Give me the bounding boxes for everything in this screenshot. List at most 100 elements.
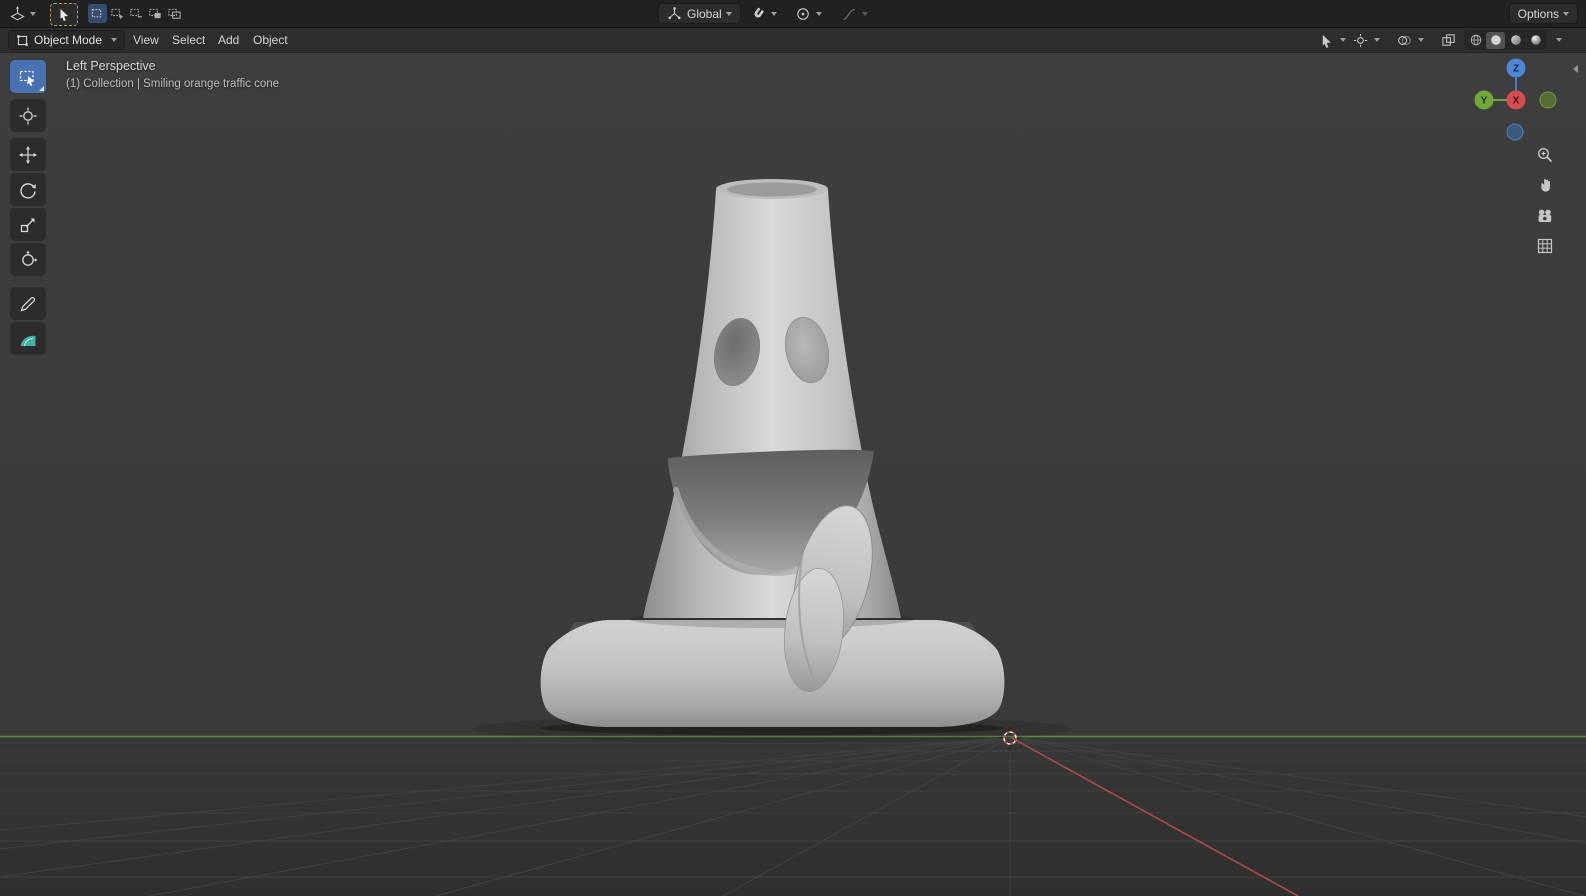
camera-view-button[interactable] bbox=[1533, 204, 1557, 228]
select-mode-subtract[interactable] bbox=[127, 4, 146, 23]
select-subtract-icon bbox=[130, 8, 142, 18]
chevron-down-icon bbox=[862, 11, 868, 16]
shading-material-button[interactable] bbox=[1506, 32, 1525, 49]
select-intersect-icon bbox=[168, 8, 181, 19]
overlays-dropdown[interactable] bbox=[1396, 31, 1413, 49]
zoom-button[interactable] bbox=[1533, 143, 1557, 167]
xray-toggle[interactable] bbox=[1440, 31, 1457, 49]
tool-select-box[interactable] bbox=[10, 60, 46, 93]
chevron-down-icon bbox=[30, 11, 36, 16]
transform-orientation-label: Global bbox=[687, 6, 722, 21]
material-sphere-icon bbox=[1510, 35, 1521, 45]
cursor-tool-icon bbox=[19, 107, 37, 124]
chevron-down-icon bbox=[816, 11, 822, 16]
shading-solid-button[interactable] bbox=[1486, 31, 1505, 49]
tool-scale[interactable] bbox=[10, 208, 46, 241]
solid-sphere-icon bbox=[1490, 35, 1501, 45]
sidebar-toggle-arrow[interactable] bbox=[1573, 65, 1578, 73]
viewport-header: Object Mode View Select Add Object bbox=[0, 28, 1586, 53]
viewport-canvas[interactable] bbox=[0, 0, 1586, 896]
measure-icon bbox=[20, 335, 36, 346]
tool-transform[interactable] bbox=[10, 243, 46, 276]
transform-icon bbox=[22, 250, 38, 266]
proportional-editing-toggle[interactable] bbox=[792, 3, 814, 24]
menu-add[interactable]: Add bbox=[211, 30, 246, 50]
chevron-down-icon bbox=[725, 11, 732, 16]
editor-type-button[interactable] bbox=[6, 3, 39, 24]
shading-mode-group bbox=[1464, 30, 1547, 50]
tool-measure[interactable] bbox=[10, 322, 46, 355]
select-mode-new[interactable] bbox=[88, 4, 107, 23]
menu-view[interactable]: View bbox=[126, 30, 166, 50]
pan-button[interactable] bbox=[1533, 173, 1557, 197]
annotate-pen-icon bbox=[20, 296, 36, 311]
snap-toggle-button[interactable] bbox=[747, 3, 769, 24]
visibility-pointer-icon bbox=[1322, 34, 1331, 48]
magnifier-plus-icon bbox=[1537, 147, 1553, 163]
gizmo-x-label: X bbox=[1513, 96, 1520, 107]
gizmos-dropdown[interactable] bbox=[1352, 31, 1369, 49]
navigation-gizmo[interactable]: Z Y X bbox=[1468, 52, 1564, 148]
select-box-icon bbox=[19, 70, 34, 86]
orientation-global-icon bbox=[668, 7, 681, 20]
select-mode-invert[interactable] bbox=[146, 4, 165, 23]
chevron-down-icon bbox=[771, 11, 777, 16]
proportional-editing-icon bbox=[797, 7, 809, 20]
falloff-dropdown[interactable] bbox=[858, 3, 868, 24]
chevron-down-icon bbox=[1418, 38, 1424, 42]
select-new-icon bbox=[91, 9, 102, 18]
blender-window: Global Options Object Mode View Select A… bbox=[0, 0, 1586, 896]
menu-object[interactable]: Object bbox=[246, 30, 295, 50]
gizmo-icon bbox=[1353, 33, 1368, 47]
chevron-down-icon bbox=[1563, 11, 1569, 16]
chevron-down-icon bbox=[1374, 38, 1380, 42]
grid-icon bbox=[1537, 238, 1553, 254]
gizmo-z-label: Z bbox=[1513, 64, 1519, 75]
object-mode-icon bbox=[17, 34, 28, 46]
wireframe-sphere-icon bbox=[1470, 34, 1481, 46]
chevron-down-icon bbox=[111, 38, 118, 42]
tool-cursor[interactable] bbox=[10, 99, 46, 132]
magnet-icon bbox=[754, 6, 765, 17]
rendered-sphere-icon bbox=[1530, 35, 1541, 45]
snap-settings-dropdown[interactable] bbox=[767, 3, 777, 24]
chevron-down-icon bbox=[1556, 38, 1562, 42]
select-extend-icon bbox=[111, 8, 123, 19]
select-invert-icon bbox=[149, 8, 161, 19]
active-tool-indicator[interactable] bbox=[50, 3, 78, 26]
mode-dropdown[interactable]: Object Mode bbox=[8, 30, 126, 50]
select-mode-intersect[interactable] bbox=[165, 4, 184, 23]
chevron-down-icon bbox=[1340, 38, 1346, 42]
cone-tip-opening bbox=[727, 182, 817, 197]
scale-icon bbox=[20, 218, 35, 232]
toolbar bbox=[10, 60, 46, 357]
viewport-editor-icon bbox=[10, 6, 25, 21]
proportional-editing-dropdown[interactable] bbox=[812, 3, 822, 24]
shading-wireframe-button[interactable] bbox=[1466, 32, 1485, 49]
hand-icon bbox=[1541, 179, 1550, 192]
shading-rendered-button[interactable] bbox=[1526, 32, 1545, 49]
rotate-icon bbox=[20, 182, 36, 199]
tool-move[interactable] bbox=[10, 138, 46, 171]
select-mode-extend[interactable] bbox=[108, 4, 127, 23]
tool-settings-bar: Global Options bbox=[0, 0, 1586, 28]
options-dropdown[interactable]: Options bbox=[1508, 3, 1578, 24]
menu-select[interactable]: Select bbox=[165, 30, 212, 50]
falloff-curve-icon bbox=[843, 8, 855, 20]
tool-annotate[interactable] bbox=[10, 287, 46, 320]
gizmo-axis-z-negative[interactable] bbox=[1506, 123, 1524, 141]
gizmo-y-label: Y bbox=[1481, 96, 1488, 107]
camera-icon bbox=[1538, 209, 1552, 222]
object-type-visibility-dropdown[interactable] bbox=[1318, 31, 1335, 49]
tool-rotate[interactable] bbox=[10, 173, 46, 206]
gizmo-axis-y-negative[interactable] bbox=[1539, 91, 1557, 109]
move-icon bbox=[19, 145, 37, 164]
orthographic-toggle-button[interactable] bbox=[1533, 234, 1557, 258]
proportional-falloff-button[interactable] bbox=[838, 3, 860, 24]
options-label: Options bbox=[1517, 6, 1559, 21]
select-cursor-icon bbox=[60, 8, 68, 21]
overlays-icon bbox=[1398, 35, 1411, 45]
xray-icon bbox=[1442, 33, 1455, 46]
transform-orientation-dropdown[interactable]: Global bbox=[658, 3, 741, 24]
mode-label: Object Mode bbox=[34, 33, 103, 47]
